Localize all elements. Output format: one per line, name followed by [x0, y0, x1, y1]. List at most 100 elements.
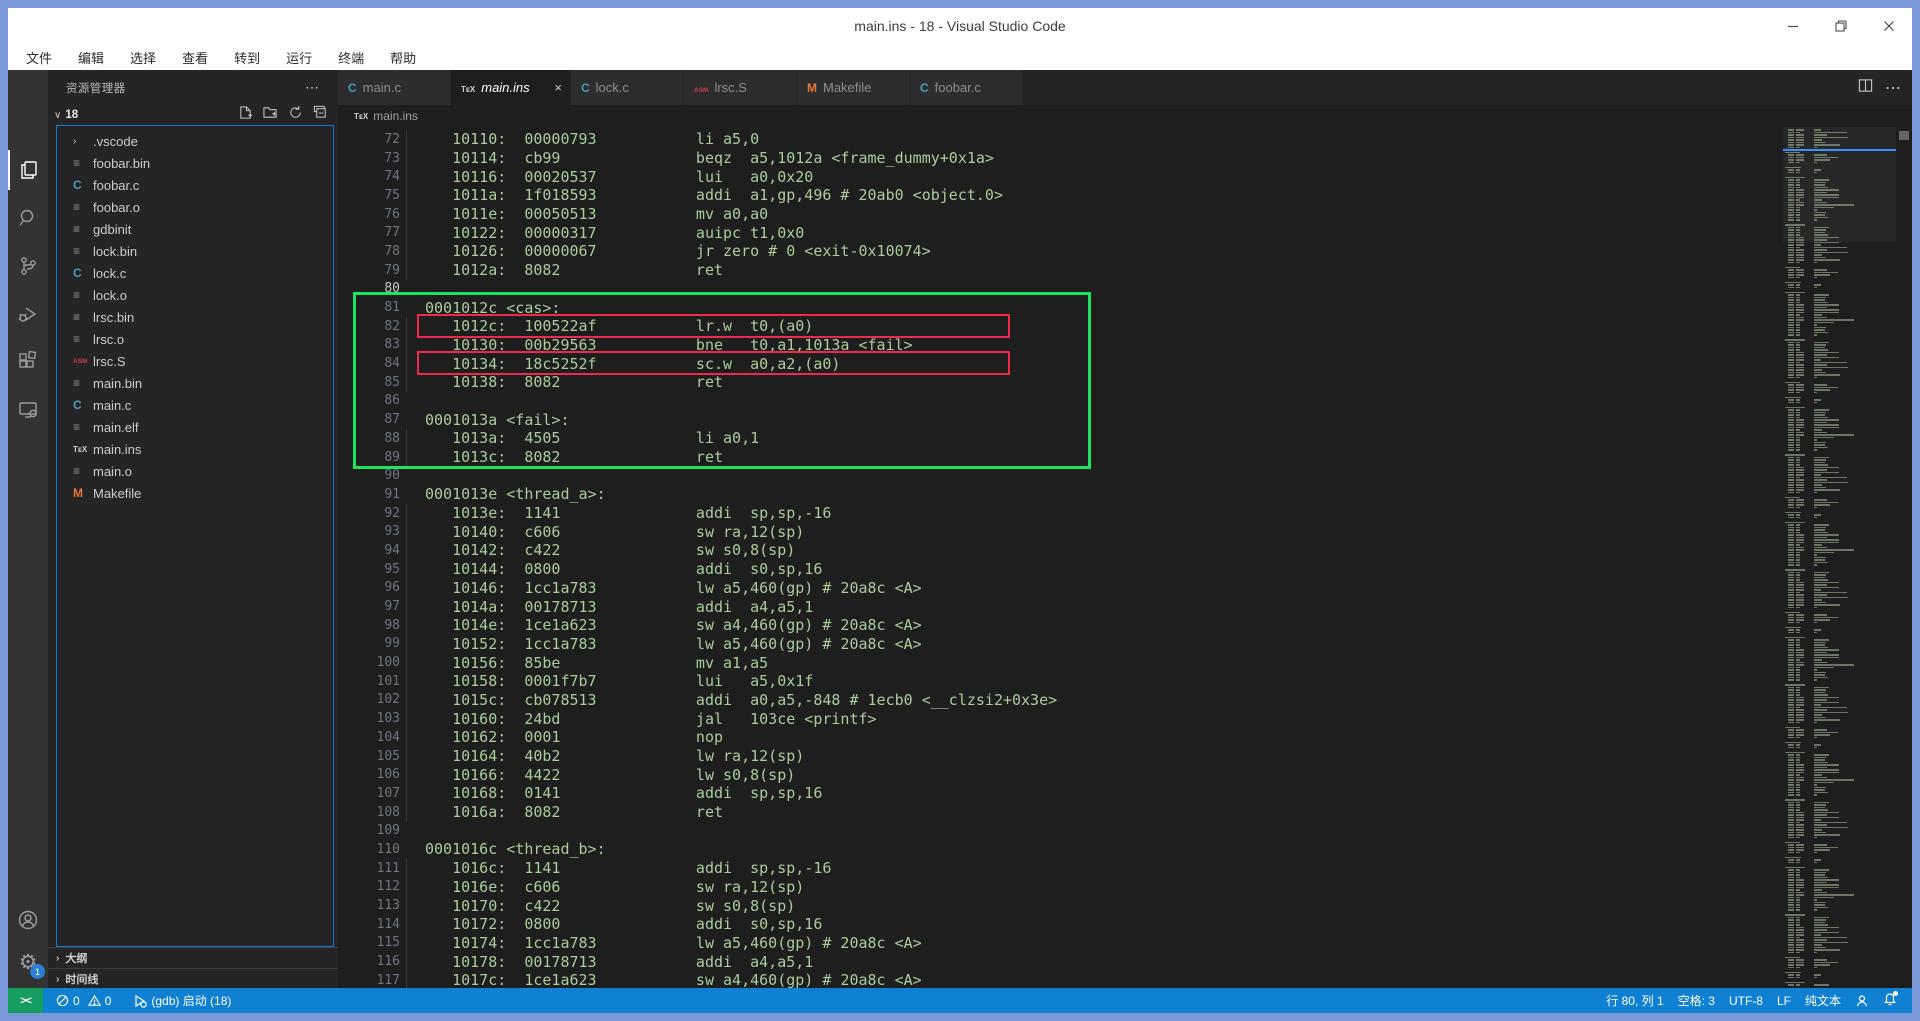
file-item[interactable]: Cfoobar.c — [57, 174, 333, 196]
collapse-all-icon[interactable] — [313, 105, 328, 125]
code-line[interactable]: 104 10162: 0001 nop — [338, 728, 1912, 747]
code-line[interactable]: 92 1013e: 1141 addi sp,sp,-16 — [338, 504, 1912, 523]
code-line[interactable]: 115 10174: 1cc1a783 lw a5,460(gp) # 20a8… — [338, 934, 1912, 953]
code-line[interactable]: 75 1011a: 1f018593 addi a1,gp,496 # 20ab… — [338, 186, 1912, 205]
close-icon[interactable] — [1880, 17, 1898, 35]
code-line[interactable]: 98 1014e: 1ce1a623 sw a4,460(gp) # 20a8c… — [338, 616, 1912, 635]
code-line[interactable]: 105 10164: 40b2 lw ra,12(sp) — [338, 747, 1912, 766]
code-line[interactable]: 97 1014a: 00178713 addi a4,a5,1 — [338, 597, 1912, 616]
run-debug-icon[interactable] — [8, 294, 48, 334]
menu-item-3[interactable]: 查看 — [182, 48, 208, 67]
file-item[interactable]: ≡foobar.o — [57, 196, 333, 218]
code-line[interactable]: 106 10166: 4422 lw s0,8(sp) — [338, 765, 1912, 784]
refresh-icon[interactable] — [288, 105, 303, 125]
debug-status[interactable]: (gdb) 启动 (18) — [126, 988, 238, 1013]
remote-explorer-icon[interactable] — [8, 390, 48, 430]
menu-item-2[interactable]: 选择 — [130, 48, 156, 67]
code-line[interactable]: 74 10116: 00020537 lui a0,0x20 — [338, 167, 1912, 186]
file-item[interactable]: Cmain.c — [57, 394, 333, 416]
code-line[interactable]: 810001012c <cas>: — [338, 298, 1912, 317]
menu-item-1[interactable]: 编辑 — [78, 48, 104, 67]
code-line[interactable]: 94 10142: c422 sw s0,8(sp) — [338, 541, 1912, 560]
menu-item-7[interactable]: 帮助 — [390, 48, 416, 67]
status-eol[interactable]: LF — [1770, 988, 1798, 1013]
code-line[interactable]: 112 1016e: c606 sw ra,12(sp) — [338, 878, 1912, 897]
code-line[interactable]: 90 — [338, 466, 1912, 485]
file-item[interactable]: ≡foobar.bin — [57, 152, 333, 174]
minimap[interactable] — [1783, 127, 1896, 988]
code-line[interactable]: 101 10158: 0001f7b7 lui a5,0x1f — [338, 672, 1912, 691]
sidebar-more-icon[interactable]: ⋯ — [305, 79, 320, 96]
sidebar-section-timeline[interactable]: › 时间线 — [48, 968, 338, 989]
code-line[interactable]: 111 1016c: 1141 addi sp,sp,-16 — [338, 859, 1912, 878]
problems-indicator[interactable]: 0 0 — [49, 988, 118, 1013]
file-item[interactable]: ≡main.o — [57, 460, 333, 482]
code-line[interactable]: 77 10122: 00000317 auipc t1,0x0 — [338, 223, 1912, 242]
tab-lock.c[interactable]: Clock.c — [571, 70, 684, 105]
code-line[interactable]: 107 10168: 0141 addi sp,sp,16 — [338, 784, 1912, 803]
code-line[interactable]: 82 1012c: 100522af lr.w t0,(a0) — [338, 317, 1912, 336]
file-item[interactable]: ≡lrsc.bin — [57, 306, 333, 328]
code-line[interactable]: 117 1017c: 1ce1a623 sw a4,460(gp) # 20a8… — [338, 971, 1912, 988]
file-item[interactable]: Clock.c — [57, 262, 333, 284]
code-line[interactable]: 113 10170: c422 sw s0,8(sp) — [338, 896, 1912, 915]
status-encoding[interactable]: UTF-8 — [1722, 988, 1770, 1013]
tab-main.ins[interactable]: TᴇXmain.ins× — [451, 70, 571, 105]
file-item[interactable]: ≡main.bin — [57, 372, 333, 394]
code-line[interactable]: 95 10144: 0800 addi s0,sp,16 — [338, 560, 1912, 579]
code-line[interactable]: 910001013e <thread_a>: — [338, 485, 1912, 504]
explorer-icon[interactable] — [8, 150, 48, 190]
code-line[interactable]: 83 10130: 00b29563 bne t0,a1,1013a <fail… — [338, 336, 1912, 355]
account-icon[interactable] — [8, 900, 48, 940]
code-line[interactable]: 88 1013a: 4505 li a0,1 — [338, 429, 1912, 448]
menu-item-0[interactable]: 文件 — [26, 48, 52, 67]
code-line[interactable]: 103 10160: 24bd jal 103ce <printf> — [338, 709, 1912, 728]
code-line[interactable]: 99 10152: 1cc1a783 lw a5,460(gp) # 20a8c… — [338, 635, 1912, 654]
status-language[interactable]: 纯文本 — [1798, 988, 1848, 1013]
tab-lrsc.S[interactable]: ASMlrsc.S — [684, 70, 797, 105]
editor-more-icon[interactable]: ⋯ — [1885, 78, 1902, 98]
minimize-button[interactable] — [1784, 17, 1802, 35]
folder-item[interactable]: ›.vscode — [57, 130, 333, 152]
notifications-bell-icon[interactable] — [1876, 988, 1904, 1013]
code-line[interactable]: 93 10140: c606 sw ra,12(sp) — [338, 522, 1912, 541]
source-control-icon[interactable] — [8, 246, 48, 286]
chevron-down-icon[interactable]: ∨ — [54, 110, 61, 121]
code-line[interactable]: 78 10126: 00000067 jr zero # 0 <exit-0x1… — [338, 242, 1912, 261]
code-line[interactable]: 72 10110: 00000793 li a5,0 — [338, 130, 1912, 149]
breadcrumb[interactable]: TᴇX main.ins — [338, 105, 1912, 127]
menu-item-5[interactable]: 运行 — [286, 48, 312, 67]
close-icon[interactable]: × — [554, 80, 562, 95]
code-line[interactable]: 109 — [338, 821, 1912, 840]
editor-scrollbar[interactable] — [1896, 127, 1912, 988]
remote-indicator[interactable]: >< — [8, 988, 43, 1013]
code-line[interactable]: 114 10172: 0800 addi s0,sp,16 — [338, 915, 1912, 934]
tab-Makefile[interactable]: MMakefile — [797, 70, 910, 105]
status-indent[interactable]: 空格: 3 — [1671, 988, 1722, 1013]
code-line[interactable]: 79 1012a: 8082 ret — [338, 261, 1912, 280]
search-icon[interactable] — [8, 198, 48, 238]
settings-gear-icon[interactable]: ⚙1 — [8, 942, 48, 982]
file-item[interactable]: MMakefile — [57, 482, 333, 504]
code-line[interactable]: 1100001016c <thread_b>: — [338, 840, 1912, 859]
restore-button[interactable] — [1832, 17, 1850, 35]
scrollbar-thumb[interactable] — [1899, 131, 1909, 140]
code-line[interactable]: 86 — [338, 392, 1912, 411]
feedback-icon[interactable] — [1848, 988, 1876, 1013]
code-line[interactable]: 85 10138: 8082 ret — [338, 373, 1912, 392]
file-item[interactable]: TᴇXmain.ins — [57, 438, 333, 460]
split-editor-icon[interactable] — [1858, 78, 1873, 98]
file-item[interactable]: ≡lock.bin — [57, 240, 333, 262]
new-file-icon[interactable] — [238, 105, 253, 125]
workspace-folder-name[interactable]: 18 — [65, 109, 238, 121]
menu-item-6[interactable]: 终端 — [338, 48, 364, 67]
file-item[interactable]: ASMlrsc.S — [57, 350, 333, 372]
file-item[interactable]: ≡main.elf — [57, 416, 333, 438]
code-line[interactable]: 870001013a <fail>: — [338, 410, 1912, 429]
menu-item-4[interactable]: 转到 — [234, 48, 260, 67]
file-item[interactable]: ≡gdbinit — [57, 218, 333, 240]
status-line-col[interactable]: 行 80, 列 1 — [1599, 988, 1670, 1013]
code-line[interactable]: 96 10146: 1cc1a783 lw a5,460(gp) # 20a8c… — [338, 579, 1912, 598]
file-item[interactable]: ≡lock.o — [57, 284, 333, 306]
file-item[interactable]: ≡lrsc.o — [57, 328, 333, 350]
